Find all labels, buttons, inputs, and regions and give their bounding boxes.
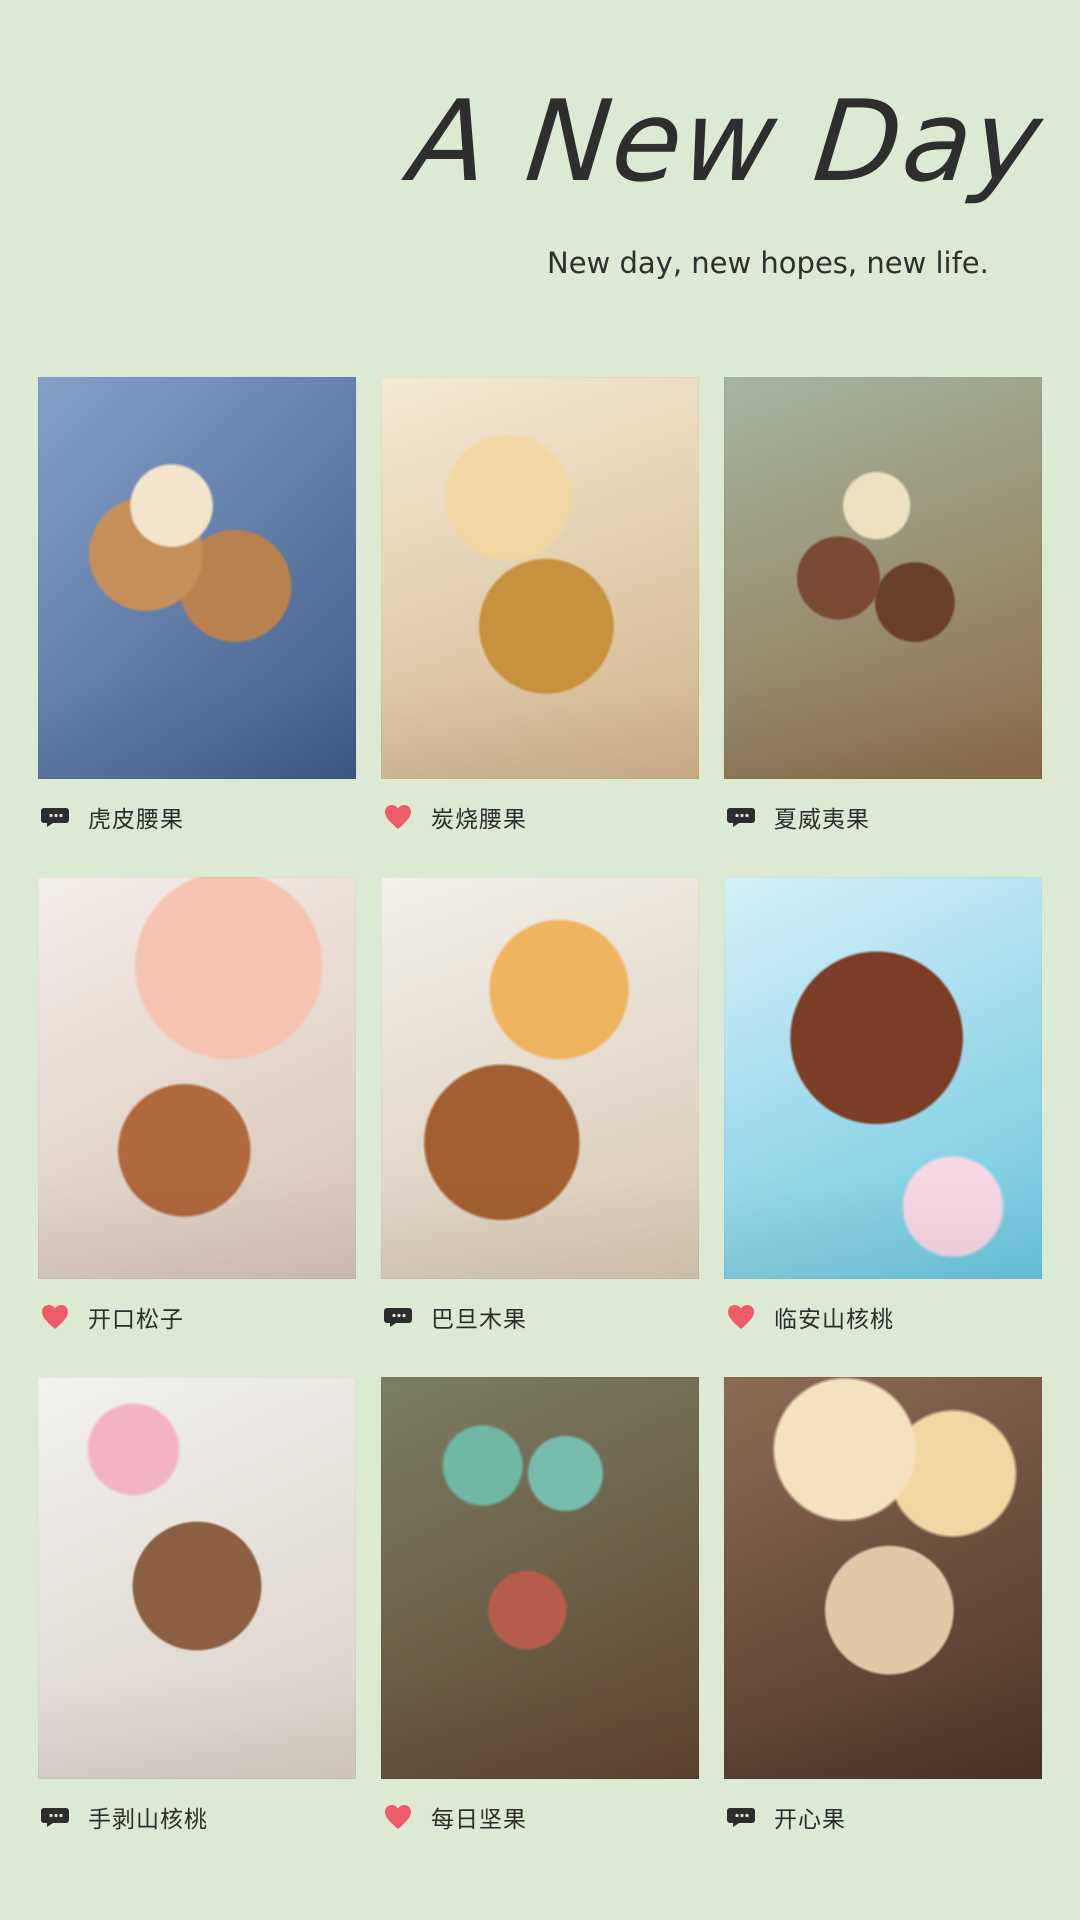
product-caption: 炭烧腰果: [381, 800, 527, 834]
heart-icon[interactable]: [381, 1800, 415, 1834]
product-card[interactable]: 夏威夷果: [724, 377, 1042, 877]
product-label: 开口松子: [88, 1307, 184, 1333]
heart-icon[interactable]: [724, 1300, 758, 1334]
product-image[interactable]: [381, 877, 699, 1279]
product-caption: 手剥山核桃: [38, 1800, 208, 1834]
product-image[interactable]: [724, 877, 1042, 1279]
product-image[interactable]: [724, 377, 1042, 779]
product-label: 手剥山核桃: [88, 1807, 208, 1833]
product-label: 开心果: [774, 1807, 846, 1833]
product-image[interactable]: [381, 377, 699, 779]
product-label: 夏威夷果: [774, 807, 870, 833]
comment-icon[interactable]: [38, 800, 72, 834]
product-card[interactable]: 巴旦木果: [381, 877, 699, 1377]
product-card[interactable]: 临安山核桃: [724, 877, 1042, 1377]
heart-icon[interactable]: [381, 800, 415, 834]
product-label: 每日坚果: [431, 1807, 527, 1833]
product-image[interactable]: [38, 1377, 356, 1779]
product-caption: 临安山核桃: [724, 1300, 894, 1334]
header: A New Day New day, new hopes, new life.: [0, 0, 1080, 330]
product-card[interactable]: 虎皮腰果: [38, 377, 356, 877]
product-caption: 开心果: [724, 1800, 846, 1834]
product-card[interactable]: 手剥山核桃: [38, 1377, 356, 1877]
comment-icon[interactable]: [724, 800, 758, 834]
product-card[interactable]: 炭烧腰果: [381, 377, 699, 877]
product-grid: 虎皮腰果 炭烧腰果 夏威夷果 开口松子 巴旦木果 临安山核桃 手剥山核桃 每日坚…: [38, 377, 1042, 1877]
product-card[interactable]: 开口松子: [38, 877, 356, 1377]
product-label: 炭烧腰果: [431, 807, 527, 833]
product-label: 临安山核桃: [774, 1307, 894, 1333]
product-label: 虎皮腰果: [88, 807, 184, 833]
product-label: 巴旦木果: [431, 1307, 527, 1333]
product-image[interactable]: [724, 1377, 1042, 1779]
product-caption: 夏威夷果: [724, 800, 870, 834]
heart-icon[interactable]: [38, 1300, 72, 1334]
comment-icon[interactable]: [381, 1300, 415, 1334]
product-caption: 虎皮腰果: [38, 800, 184, 834]
product-image[interactable]: [381, 1377, 699, 1779]
comment-icon[interactable]: [724, 1800, 758, 1834]
page-subtitle: New day, new hopes, new life.: [547, 246, 989, 280]
product-card[interactable]: 每日坚果: [381, 1377, 699, 1877]
comment-icon[interactable]: [38, 1800, 72, 1834]
product-card[interactable]: 开心果: [724, 1377, 1042, 1877]
product-caption: 巴旦木果: [381, 1300, 527, 1334]
page-title: A New Day: [403, 77, 1049, 207]
product-caption: 开口松子: [38, 1300, 184, 1334]
product-caption: 每日坚果: [381, 1800, 527, 1834]
product-image[interactable]: [38, 877, 356, 1279]
product-image[interactable]: [38, 377, 356, 779]
